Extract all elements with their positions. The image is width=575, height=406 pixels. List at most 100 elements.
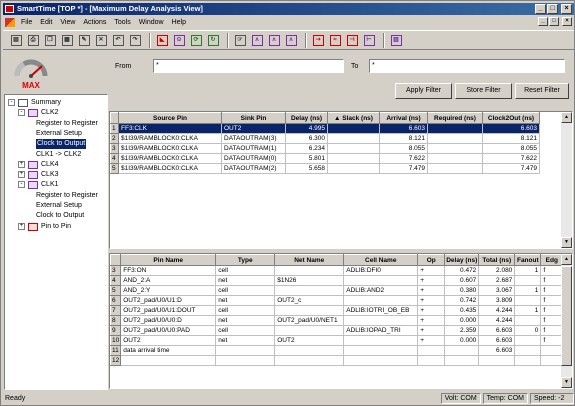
mdi-restore-button[interactable]: □ [549,17,559,26]
column-header[interactable]: Fanout [514,254,542,266]
path-toolbar-button[interactable]: ⇢ [311,33,325,47]
print-toolbar-button[interactable]: ⎙ [26,33,40,47]
menu-view[interactable]: View [56,19,79,26]
row-number[interactable]: 3 [110,143,119,154]
column-header[interactable]: Op [417,254,446,266]
column-header[interactable]: Total (ns) [478,254,516,266]
column-header[interactable]: Clock2Out (ns) [482,112,540,124]
delete-toolbar-button[interactable]: ✕ [94,33,108,47]
column-header[interactable]: Sink Pin [221,112,286,124]
collapse-icon[interactable]: - [18,109,25,117]
net-toolbar-button[interactable]: ≈ [328,33,342,47]
column-header[interactable]: Pin Name [120,254,217,266]
open-toolbar-button[interactable]: ▤ [9,33,23,47]
table-row[interactable]: 4 $1I39/RAMBLOCK0:CLKA DATAOUTRAM(0) 5.801 7… [110,153,540,164]
path-details-grid[interactable]: Pin Name Type Net Name Cell Name Op Delay (ns… [109,253,573,389]
column-header[interactable]: Arrival (ns) [379,112,428,124]
clock-toolbar-button[interactable]: ⊙ [172,33,186,47]
table-row[interactable]: 5 $1I39/RAMBLOCK0:CLKA DATAOUTRAM(2) 5.658 7… [110,163,540,174]
column-header[interactable] [110,112,119,124]
hold-toolbar-button[interactable]: ⊢ [362,33,376,47]
row-number[interactable]: 10 [110,335,122,346]
row-number[interactable]: 5 [110,285,122,296]
details-scrollbar[interactable]: ▲ ▼ [561,254,572,388]
table-row[interactable]: 3 FF3:ON cell ADLIB:DFI0 +0.472 2.080 1 f [110,265,564,276]
tree-item[interactable]: CLK3 [41,170,59,180]
table-row[interactable]: 6 OUT2_pad/U0/U1:D net OUT2_c +0.742 3.809 f [110,295,564,306]
column-header[interactable]: Delay (ns) [285,112,328,124]
clock-a-toolbar-button[interactable]: ʌ [250,33,264,47]
clock-c-toolbar-button[interactable]: ʌ [284,33,298,47]
row-number[interactable]: 8 [110,315,122,326]
menu-window[interactable]: Window [135,19,168,26]
scroll-thumb[interactable] [561,266,572,366]
max-delay-toolbar-button[interactable]: ◣ [155,33,169,47]
copy-toolbar-button[interactable]: ❐ [43,33,57,47]
expand-icon[interactable]: + [18,160,25,168]
row-number[interactable]: 3 [110,265,122,276]
undo-toolbar-button[interactable]: ↶ [111,33,125,47]
paths-scrollbar[interactable]: ▲ ▼ [561,112,572,248]
table-row[interactable]: 9 OUT2_pad/U0/U0:PAD cell ADLIB:IOPAD_TRI +2… [110,325,564,336]
reset-filter-button[interactable]: Reset Filter [515,83,569,99]
tree-item[interactable]: CLK4 [41,160,59,170]
expand-icon[interactable]: + [18,222,25,230]
scroll-down-arrow[interactable]: ▼ [561,377,572,388]
paste-toolbar-button[interactable]: ▦ [60,33,74,47]
table-row[interactable]: 7 OUT2_pad/U0/U1:DOUT cell ADLIB:IOTRI_OB_E… [110,305,564,316]
menu-tools[interactable]: Tools [110,19,134,26]
tree-item[interactable]: Clock to Output [36,211,84,221]
row-number[interactable]: 7 [110,305,122,316]
from-input[interactable]: * [153,59,344,73]
column-header[interactable] [110,254,122,266]
expand-icon[interactable]: + [18,171,25,179]
select-toolbar-button[interactable]: ☞ [233,33,247,47]
menu-help[interactable]: Help [168,19,190,26]
row-number[interactable]: 4 [110,275,122,286]
close-button[interactable]: × [561,4,572,14]
row-number[interactable]: 9 [110,325,122,336]
tree-item[interactable]: Clock to Output [36,139,87,150]
table-row[interactable]: 2 $1I39/RAMBLOCK0:CLKA DATAOUTRAM(3) 6.300 8… [110,133,540,144]
edit-toolbar-button[interactable]: ✎ [77,33,91,47]
cycle-toolbar-button[interactable]: ⟳ [189,33,203,47]
column-header[interactable]: Cell Name [343,254,419,266]
store-filter-button[interactable]: Store Filter [455,83,512,99]
table-row[interactable]: 4 AND_2:A net $1N26 +0.607 2.687 f [110,275,564,286]
row-number[interactable]: 12 [110,355,122,366]
menu-actions[interactable]: Actions [79,19,110,26]
minimize-button[interactable]: _ [535,4,546,14]
row-number[interactable]: 2 [110,133,119,144]
column-header[interactable]: Type [215,254,276,266]
row-number[interactable]: 4 [110,153,119,164]
column-header[interactable]: Net Name [274,254,345,266]
row-number[interactable]: 5 [110,163,119,174]
tree-item[interactable]: Summary [31,98,61,108]
menu-file[interactable]: File [17,19,36,26]
collapse-icon[interactable]: - [18,181,25,189]
table-row[interactable]: 1 FF3:CLK OUT2 4.995 6.603 6.603 [110,123,540,134]
row-number[interactable]: 6 [110,295,122,306]
row-number[interactable]: 11 [110,345,122,356]
tree-item[interactable]: CLK1 -> CLK2 [36,150,81,160]
redo-toolbar-button[interactable]: ↷ [128,33,142,47]
maximize-button[interactable]: □ [547,4,558,14]
tree-item[interactable]: CLK2 [41,108,59,118]
tree-item[interactable]: External Setup [36,201,82,211]
title-bar[interactable]: SmartTime [TOP *] - [Maximum Delay Analy… [3,3,574,15]
setup-toolbar-button[interactable]: ⊣ [345,33,359,47]
column-header[interactable]: Edg [540,254,564,266]
row-number[interactable]: 1 [110,123,119,134]
paths-grid[interactable]: Source Pin Sink Pin Delay (ns) ▲ Slack (ns)… [109,111,573,249]
collapse-icon[interactable]: - [8,99,15,106]
tree-item[interactable]: External Setup [36,129,82,139]
report-toolbar-button[interactable]: ▥ [389,33,403,47]
to-input[interactable]: * [369,59,565,73]
clock-b-toolbar-button[interactable]: ʌ [267,33,281,47]
table-row[interactable]: 10 OUT2 net OUT2 +0.000 6.603 f [110,335,564,346]
column-header[interactable]: Source Pin [118,112,222,124]
refresh-toolbar-button[interactable]: ↻ [206,33,220,47]
scroll-down-arrow[interactable]: ▼ [561,237,572,248]
mdi-close-button[interactable]: × [562,17,572,26]
tree-item[interactable]: Register to Register [36,119,98,129]
